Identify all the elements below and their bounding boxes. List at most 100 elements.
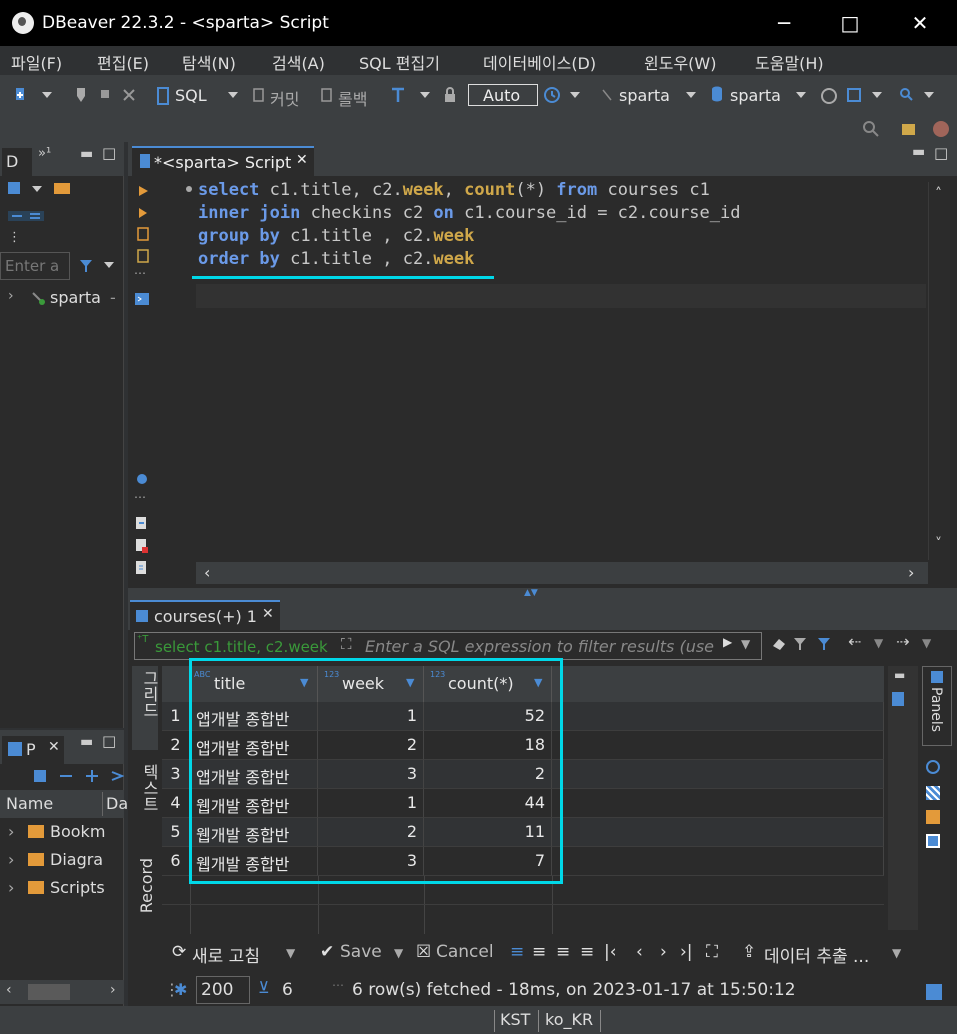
erd-icon[interactable] xyxy=(846,86,862,104)
projects-hscrollbar[interactable]: ‹ › xyxy=(0,980,124,1004)
lock-icon[interactable] xyxy=(443,86,457,104)
panels-toggle[interactable]: Panels xyxy=(922,666,952,746)
project-item-diagrams[interactable]: Diagra xyxy=(50,850,103,869)
menu-navigate[interactable]: 탐색(N) xyxy=(182,50,236,74)
perspective-icon[interactable] xyxy=(900,120,918,138)
tree-item-sparta[interactable]: sparta xyxy=(50,288,101,307)
scroll-up-icon[interactable]: ˄ xyxy=(935,186,942,202)
more-icon[interactable]: ⋯ xyxy=(134,490,146,504)
fetch-size-input[interactable]: 200 xyxy=(196,976,250,1004)
chevron-down-icon[interactable] xyxy=(794,90,808,100)
close-icon[interactable]: ✕ xyxy=(48,739,60,755)
menu-window[interactable]: 윈도우(W) xyxy=(644,50,716,74)
more-tabs-icon[interactable]: »¹ xyxy=(38,146,51,161)
export-icon[interactable]: ⇪ xyxy=(742,942,756,962)
search-icon[interactable] xyxy=(862,120,880,138)
fetch-next-icon[interactable]: ⊻ xyxy=(258,978,270,997)
chevron-down-icon[interactable] xyxy=(684,90,698,100)
tab-navigator[interactable]: D xyxy=(2,148,32,176)
column-da[interactable]: Da xyxy=(106,794,128,813)
chevron-down-icon[interactable]: ▼ xyxy=(394,946,403,960)
close-icon[interactable]: ✕ xyxy=(296,152,308,168)
menu-file[interactable]: 파일(F) xyxy=(11,50,62,74)
invalidate-icon[interactable] xyxy=(122,86,138,104)
expand-icon[interactable]: › xyxy=(8,822,14,841)
search-icon[interactable] xyxy=(898,86,914,104)
row-number[interactable]: 1 xyxy=(162,702,190,731)
maximize-icon[interactable]: □ xyxy=(934,144,948,162)
active-datasource[interactable]: sparta xyxy=(619,86,670,105)
script-file-icon[interactable] xyxy=(134,560,148,576)
grouping-icon[interactable] xyxy=(926,786,940,800)
minimize-icon[interactable]: ▬ xyxy=(80,146,93,162)
minimize-icon[interactable]: ▬ xyxy=(80,734,93,750)
delete-row-icon[interactable]: ≡ xyxy=(580,942,594,962)
row-number[interactable]: 5 xyxy=(162,818,190,847)
maximize-icon[interactable]: □ xyxy=(102,144,116,162)
export-data-button[interactable]: 데이터 추출 ... xyxy=(764,942,869,967)
save-icon[interactable]: ✔ xyxy=(320,942,334,962)
chevron-down-icon[interactable]: ▼ xyxy=(922,636,931,650)
menu-search[interactable]: 검색(A) xyxy=(272,50,325,74)
chevron-down-icon[interactable] xyxy=(870,90,884,100)
row-number[interactable]: 4 xyxy=(162,789,190,818)
refresh-icon[interactable]: ⟳ xyxy=(172,942,186,962)
minimize-icon[interactable]: ▬ xyxy=(894,668,905,682)
connect-icon[interactable] xyxy=(74,86,88,104)
forward-icon[interactable]: ⇢ xyxy=(896,632,909,651)
save-button[interactable]: Save xyxy=(340,942,382,962)
filter-icon[interactable] xyxy=(816,636,832,652)
copy-row-icon[interactable]: ≡ xyxy=(556,942,570,962)
chevron-down-icon[interactable] xyxy=(568,90,582,100)
auto-commit-box[interactable]: Auto xyxy=(468,84,538,106)
apply-filter-icon[interactable]: ▶ xyxy=(723,635,732,649)
project-item-bookmarks[interactable]: Bookm xyxy=(50,822,105,841)
fetch-all-icon[interactable]: ⛶ xyxy=(706,942,718,962)
minimize-icon[interactable]: ▬ xyxy=(912,144,925,160)
minimize-button[interactable]: ─ xyxy=(764,6,804,40)
scroll-right-icon[interactable]: › xyxy=(908,563,914,582)
back-icon[interactable]: ⇠ xyxy=(848,632,861,651)
chevron-down-icon[interactable] xyxy=(40,90,54,100)
settings-icon[interactable]: ✱ xyxy=(174,980,187,999)
chevron-down-icon[interactable]: ▼ xyxy=(874,636,883,650)
folder-icon[interactable] xyxy=(52,180,72,196)
navigator-filter-input[interactable]: Enter a xyxy=(0,252,70,280)
history-icon[interactable] xyxy=(543,86,561,104)
cancel-icon[interactable]: ☒ xyxy=(416,942,431,962)
avatar[interactable] xyxy=(932,120,950,138)
close-icon[interactable]: ✕ xyxy=(262,606,274,622)
results-filter-bar[interactable]: ⁺T select c1.title, c2.week ⛶ Enter a SQ… xyxy=(134,632,762,660)
chevron-down-icon[interactable]: ▼ xyxy=(892,946,901,960)
splitter[interactable]: ▲▼ xyxy=(128,588,957,598)
editor-vscrollbar[interactable]: ˄ ˅ xyxy=(928,182,954,560)
expand-query-icon[interactable]: ⛶ xyxy=(341,635,352,653)
bookmark-icon[interactable] xyxy=(892,692,904,706)
last-page-icon[interactable]: ›| xyxy=(680,942,693,962)
console-icon[interactable] xyxy=(134,292,150,306)
tab-record[interactable]: Record xyxy=(132,854,158,938)
menu-sql-editor[interactable]: SQL 편집기 xyxy=(359,50,440,74)
rollback-button[interactable]: 롤백 xyxy=(338,86,367,110)
project-item-scripts[interactable]: Scripts xyxy=(50,878,105,897)
metadata-icon[interactable] xyxy=(926,810,940,824)
collapse-link-icon[interactable] xyxy=(6,208,46,224)
tab-grid[interactable]: 그리드 xyxy=(132,666,159,750)
editor-hscrollbar[interactable]: ‹ › xyxy=(196,562,928,584)
filter-input-placeholder[interactable]: Enter a SQL expression to filter results… xyxy=(365,637,721,656)
tab-text[interactable]: 텍스트 xyxy=(132,760,159,844)
commit-icon[interactable] xyxy=(252,86,266,104)
edit-row-icon[interactable]: ≡ xyxy=(510,942,524,962)
chevron-down-icon[interactable]: ▼ xyxy=(286,946,295,960)
filter-history-icon[interactable]: ▼ xyxy=(741,637,750,651)
tab-projects[interactable]: P ✕ xyxy=(2,736,64,764)
explain-plan-icon[interactable] xyxy=(136,248,150,264)
chevron-down-icon[interactable] xyxy=(102,260,116,270)
menu-database[interactable]: 데이터베이스(D) xyxy=(483,50,596,74)
add-row-icon[interactable]: ≡ xyxy=(532,942,546,962)
expand-icon[interactable]: › xyxy=(8,288,14,304)
filter-settings-icon[interactable] xyxy=(792,636,810,652)
close-button[interactable]: ✕ xyxy=(900,6,940,40)
maximize-button[interactable]: □ xyxy=(830,6,870,40)
maximize-icon[interactable]: □ xyxy=(102,732,116,750)
